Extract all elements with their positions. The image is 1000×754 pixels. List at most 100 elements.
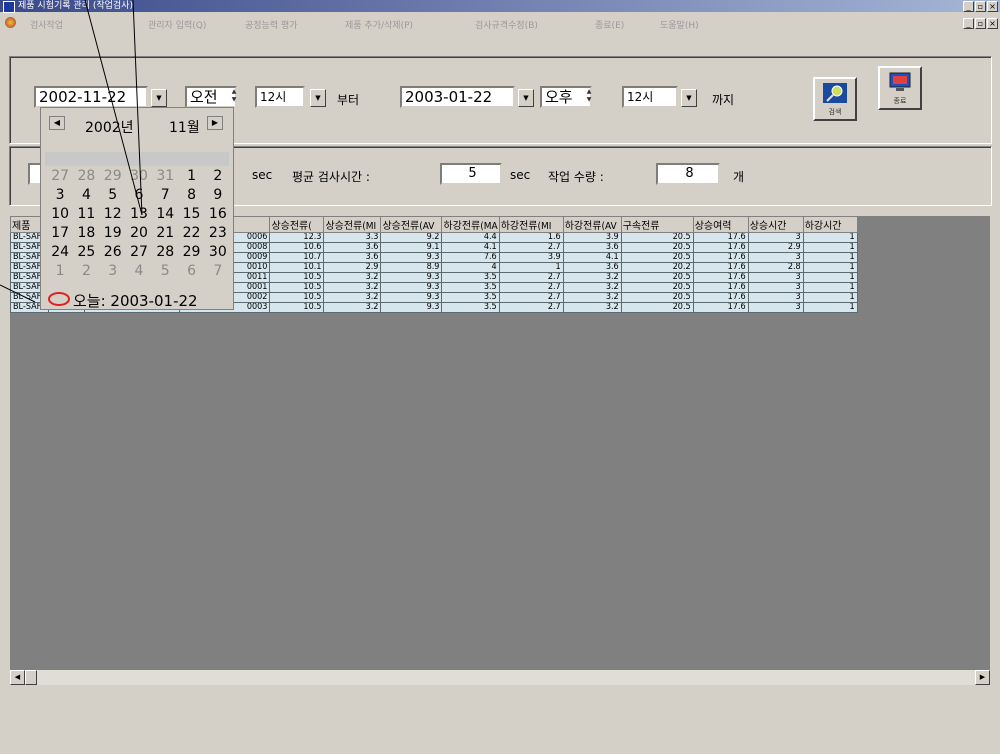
document-icon[interactable]: [5, 17, 16, 28]
table-cell[interactable]: 10.5: [269, 272, 325, 283]
table-cell[interactable]: 3.2: [562, 302, 622, 313]
table-cell[interactable]: 8.9: [380, 262, 443, 273]
table-cell[interactable]: 9.3: [380, 252, 443, 263]
calendar-day[interactable]: 3: [47, 187, 73, 203]
table-cell[interactable]: 3.2: [562, 272, 622, 283]
maximize-button[interactable]: ▫: [975, 1, 986, 12]
table-cell[interactable]: 2.9: [747, 242, 804, 253]
calendar-day[interactable]: 10: [47, 206, 73, 222]
table-cell[interactable]: 1: [802, 232, 858, 243]
table-cell[interactable]: 2.7: [498, 292, 564, 303]
calendar-day[interactable]: 27: [126, 244, 152, 260]
table-cell[interactable]: 20.5: [620, 282, 694, 293]
table-cell[interactable]: 3.5: [441, 282, 500, 293]
table-cell[interactable]: 3.6: [562, 242, 622, 253]
table-cell[interactable]: 20.5: [620, 302, 694, 313]
calendar-day[interactable]: 15: [178, 206, 204, 222]
calendar-day[interactable]: 4: [73, 187, 99, 203]
table-cell[interactable]: 1: [802, 242, 858, 253]
table-cell[interactable]: 9.2: [380, 232, 443, 243]
calendar-day[interactable]: 30: [126, 168, 152, 184]
table-cell[interactable]: 3.2: [323, 272, 382, 283]
to-ampm-spinner[interactable]: ▲ ▼: [584, 88, 594, 106]
table-cell[interactable]: 3.2: [323, 282, 382, 293]
table-cell[interactable]: 3.6: [323, 242, 382, 253]
table-cell[interactable]: 1: [802, 272, 858, 283]
calendar-day[interactable]: 20: [126, 225, 152, 241]
table-cell[interactable]: 3.9: [498, 252, 564, 263]
table-cell[interactable]: 7.6: [441, 252, 500, 263]
calendar-day[interactable]: 8: [178, 187, 204, 203]
table-cell[interactable]: 3.6: [323, 252, 382, 263]
scroll-left-button[interactable]: ◀: [10, 670, 25, 685]
window-title-bar[interactable]: 제품 시험기록 관리 (작업검사) _ ▫ ×: [0, 0, 1000, 13]
table-cell[interactable]: 10.5: [269, 292, 325, 303]
table-cell[interactable]: 2.8: [747, 262, 804, 273]
calendar-day[interactable]: 4: [126, 263, 152, 279]
calendar-today-link[interactable]: 오늘: 2003-01-22: [73, 290, 198, 311]
from-hour-field[interactable]: 12시: [255, 86, 305, 108]
child-maximize-button[interactable]: ▫: [975, 18, 986, 29]
table-cell[interactable]: 3.2: [562, 282, 622, 293]
table-cell[interactable]: 12.3: [269, 232, 325, 243]
table-cell[interactable]: 2.7: [498, 242, 564, 253]
scroll-thumb[interactable]: [25, 670, 37, 685]
calendar-day[interactable]: 28: [73, 168, 99, 184]
child-close-button[interactable]: ×: [987, 18, 998, 29]
calendar-day[interactable]: 19: [100, 225, 126, 241]
calendar-day[interactable]: 11: [73, 206, 99, 222]
child-minimize-button[interactable]: _: [963, 18, 974, 29]
calendar-next-month-button[interactable]: ▶: [207, 116, 223, 130]
calendar-day[interactable]: 30: [205, 244, 231, 260]
column-header[interactable]: 상승여력: [692, 216, 749, 233]
table-cell[interactable]: 1: [802, 292, 858, 303]
column-header[interactable]: 상승전류(AV: [380, 216, 443, 233]
table-cell[interactable]: 20.5: [620, 292, 694, 303]
table-cell[interactable]: 20.2: [620, 262, 694, 273]
table-cell[interactable]: 3: [747, 302, 804, 313]
menu-help[interactable]: 도움말(H): [660, 18, 699, 31]
table-cell[interactable]: 1: [802, 302, 858, 313]
calendar-day[interactable]: 18: [73, 225, 99, 241]
table-cell[interactable]: 3: [747, 292, 804, 303]
table-cell[interactable]: 3: [747, 232, 804, 243]
calendar-day[interactable]: 17: [47, 225, 73, 241]
table-cell[interactable]: 3.2: [323, 292, 382, 303]
table-cell[interactable]: 3.5: [441, 302, 500, 313]
table-cell[interactable]: 10.5: [269, 302, 325, 313]
calendar-day[interactable]: 1: [178, 168, 204, 184]
calendar-day[interactable]: 5: [152, 263, 178, 279]
exit-button[interactable]: 종료: [878, 66, 922, 110]
table-cell[interactable]: 10.7: [269, 252, 325, 263]
calendar-day[interactable]: 12: [100, 206, 126, 222]
calendar-day[interactable]: 3: [100, 263, 126, 279]
column-header[interactable]: 상승전류(MI: [323, 216, 382, 233]
menu-process-capability[interactable]: 공정능력 평가: [245, 18, 298, 31]
table-cell[interactable]: 4.1: [441, 242, 500, 253]
calendar-day[interactable]: 21: [152, 225, 178, 241]
calendar-day[interactable]: 16: [205, 206, 231, 222]
calendar-prev-month-button[interactable]: ◀: [49, 116, 65, 130]
table-cell[interactable]: 1: [802, 252, 858, 263]
column-header[interactable]: 하강전류(MA: [441, 216, 500, 233]
table-cell[interactable]: 3: [747, 252, 804, 263]
calendar-day[interactable]: 5: [100, 187, 126, 203]
column-header[interactable]: 하강전류(AV: [562, 216, 622, 233]
table-cell[interactable]: 3: [747, 272, 804, 283]
table-cell[interactable]: 9.3: [380, 302, 443, 313]
calendar-day[interactable]: 25: [73, 244, 99, 260]
table-cell[interactable]: 17.6: [692, 242, 749, 253]
table-cell[interactable]: 9.1: [380, 242, 443, 253]
calendar-day[interactable]: 7: [205, 263, 231, 279]
calendar-day[interactable]: 31: [152, 168, 178, 184]
table-cell[interactable]: 10.1: [269, 262, 325, 273]
calendar-day[interactable]: 9: [205, 187, 231, 203]
to-date-field[interactable]: 2003-01-22: [400, 86, 515, 108]
column-header[interactable]: 상승전류(: [269, 216, 325, 233]
to-hour-field[interactable]: 12시: [622, 86, 678, 108]
table-cell[interactable]: 17.6: [692, 232, 749, 243]
from-hour-dropdown-button[interactable]: ▼: [310, 89, 326, 107]
table-cell[interactable]: 4: [441, 262, 500, 273]
menu-admin-input[interactable]: 관리자 입력(Q): [148, 18, 206, 31]
calendar-day[interactable]: 23: [205, 225, 231, 241]
